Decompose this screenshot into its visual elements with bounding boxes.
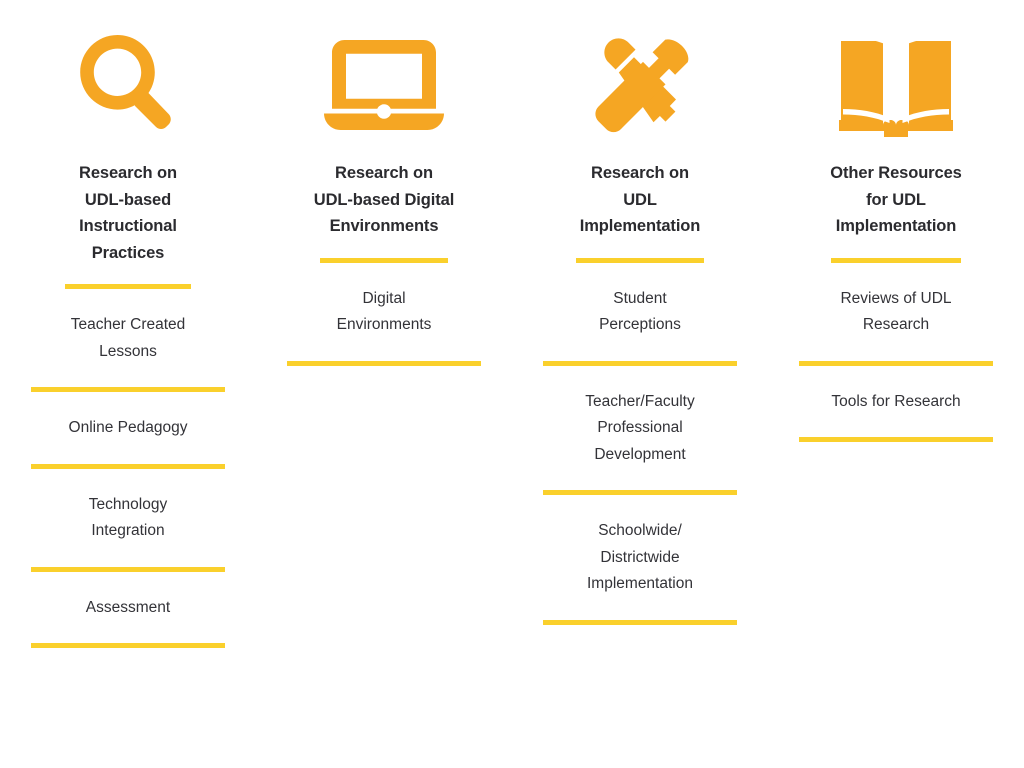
item-divider [31,643,225,648]
list-item: Online Pedagogy [0,392,256,469]
list-item: Tools for Research [768,366,1024,442]
item-divider [287,360,481,366]
list-item-label: Assessment [85,598,171,616]
item-divider [799,437,993,442]
list-item-label: Student Perceptions [599,289,681,334]
list-item: Teacher Created Lessons [0,289,256,392]
laptop-icon [256,0,512,160]
open-book-icon [768,0,1024,160]
list-item: Reviews of UDL Research [768,263,1024,366]
tools-icon [512,0,768,160]
item-divider [543,619,737,625]
item-list: Student Perceptions Teacher/Faculty Prof… [512,263,768,625]
list-item-label: Teacher Created Lessons [70,316,186,360]
list-item-label: Tools for Research [831,392,961,410]
list-item: Schoolwide/ Districtwide Implementation [512,495,768,625]
list-item: Technology Integration [0,469,256,572]
list-item-label: Teacher/Faculty Professional Development [585,392,695,463]
list-item-label: Online Pedagogy [68,419,188,436]
magnifying-glass-icon [0,0,256,160]
list-item-label: Digital Environments [336,289,432,334]
category-column-other-resources-for-udl-implementation: Other Resources for UDL Implementation R… [768,0,1024,768]
list-item: Assessment [0,572,256,648]
list-item-label: Reviews of UDL Research [840,289,952,334]
udl-research-categories-board: Research on UDL-based Instructional Prac… [0,0,1024,768]
list-item-label: Schoolwide/ Districtwide Implementation [587,522,693,592]
column-heading: Research on UDL Implementation [579,164,701,235]
category-column-research-udl-based-instructional-practices: Research on UDL-based Instructional Prac… [0,0,256,768]
category-column-research-udl-implementation: Research on UDL Implementation Student P… [512,0,768,768]
item-list: Reviews of UDL Research Tools for Resear… [768,263,1024,442]
list-item-label: Technology Integration [88,495,168,540]
list-item: Teacher/Faculty Professional Development [512,366,768,495]
item-list: Digital Environments [256,263,512,366]
category-column-research-udl-based-digital-environments: Research on UDL-based Digital Environmen… [256,0,512,768]
column-heading: Other Resources for UDL Implementation [830,164,962,235]
column-heading: Research on UDL-based Instructional Prac… [79,164,177,262]
item-list: Teacher Created Lessons Online Pedagogy … [0,289,256,648]
column-heading: Research on UDL-based Digital Environmen… [313,164,455,235]
list-item: Digital Environments [256,263,512,366]
list-item: Student Perceptions [512,263,768,366]
